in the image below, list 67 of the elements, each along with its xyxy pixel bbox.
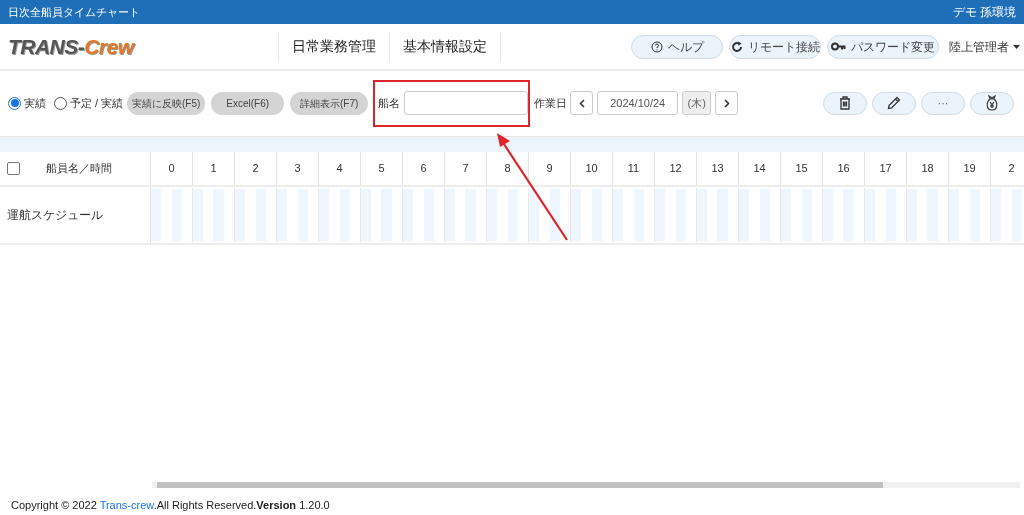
action-button[interactable]: 詳細表示(F7)	[290, 91, 369, 115]
hour-header: 12	[669, 161, 682, 177]
timeline-cell	[487, 187, 529, 243]
hour-header: 17	[879, 161, 892, 177]
hour-header: 6	[420, 161, 427, 177]
footer-link[interactable]: Trans-crew	[99, 499, 154, 511]
hour-header: 2	[1008, 161, 1015, 177]
hour-header: 15	[795, 161, 808, 177]
chevron-left-icon	[578, 98, 585, 108]
radio-label: 実績	[24, 95, 46, 111]
password-button[interactable]: パスワード変更	[827, 34, 939, 59]
refresh-icon	[730, 40, 743, 53]
help-button[interactable]: ヘルプ	[631, 34, 723, 59]
logo: TRANS-Crew	[8, 33, 136, 60]
radio-label: 予定 / 実績	[70, 95, 124, 111]
money-bag-button[interactable]	[970, 91, 1014, 115]
horizontal-scrollbar[interactable]	[152, 482, 1020, 488]
hour-header: 18	[921, 161, 934, 177]
hour-header: 14	[753, 161, 766, 177]
help-icon	[650, 40, 663, 53]
hour-header: 4	[336, 161, 343, 177]
caret-icon	[1013, 44, 1020, 49]
remote-button[interactable]: リモート接続	[729, 34, 821, 59]
date-field[interactable]: 2024/10/24	[597, 91, 679, 115]
hour-header: 0	[168, 161, 175, 177]
hour-header: 19	[963, 161, 976, 177]
pencil-button[interactable]	[872, 91, 916, 115]
hour-header: 8	[504, 161, 511, 177]
checkbox[interactable]	[7, 162, 20, 175]
user-menu[interactable]: 陸上管理者	[949, 37, 1020, 56]
row-label: 運航スケジュール	[7, 207, 103, 224]
timeline-cell	[529, 187, 571, 243]
hour-header: 1	[210, 161, 217, 177]
hour-header: 13	[711, 161, 724, 177]
app-title: 日次全船員タイムチャート	[8, 4, 140, 20]
pencil-icon	[887, 96, 901, 110]
hour-header: 9	[546, 161, 553, 177]
nav-link[interactable]: 日常業務管理	[278, 31, 389, 62]
action-button[interactable]: Excel(F6)	[211, 91, 285, 115]
trash-icon	[839, 96, 851, 110]
column-header: 船員名／時間	[46, 161, 112, 177]
more-button[interactable]: ···	[921, 91, 965, 115]
hour-header: 10	[585, 161, 598, 177]
timeline-cell	[151, 187, 193, 243]
key-icon	[831, 42, 846, 51]
radio-button[interactable]	[54, 96, 67, 110]
ship-name-label: 船名	[378, 95, 401, 111]
hour-header: 7	[462, 161, 469, 177]
previous-day-button[interactable]	[570, 91, 594, 115]
chevron-right-icon	[723, 98, 730, 108]
trash-button[interactable]	[823, 91, 867, 115]
environment-label: デモ 孫環境	[952, 4, 1016, 21]
nav-link[interactable]: 基本情報設定	[389, 31, 501, 62]
hour-header: 11	[627, 161, 640, 177]
hour-header: 3	[294, 161, 301, 177]
weekday-label: (木)	[682, 91, 712, 115]
scrollbar-thumb[interactable]	[157, 482, 883, 488]
copyright-notice: Copyright © 2022 Trans-crew.All Rights Reserved.Version 1.20.0	[11, 498, 330, 513]
hour-header: 2	[252, 161, 259, 177]
next-day-button[interactable]	[715, 91, 739, 115]
ship-name-field[interactable]	[404, 91, 529, 115]
hour-header: 5	[378, 161, 385, 177]
work-date-label: 作業日	[534, 95, 568, 111]
radio-button[interactable]	[8, 96, 21, 110]
money-bag-icon	[985, 95, 999, 111]
hour-header: 16	[837, 161, 850, 177]
action-button[interactable]: 実績に反映(F5)	[127, 91, 206, 115]
